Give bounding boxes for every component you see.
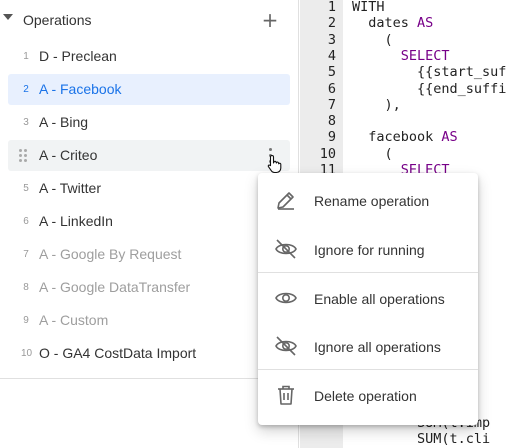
code-line: WITH (352, 0, 385, 15)
drag-handle-icon[interactable] (19, 149, 29, 163)
code-line: ), (352, 97, 401, 113)
hand-cursor-icon (267, 154, 282, 174)
operation-number: 1 (23, 51, 29, 62)
eye-off-icon (275, 336, 297, 356)
code-token: AS (441, 129, 458, 146)
code-token: WITH (352, 0, 385, 15)
operation-row[interactable]: 9 A - Custom (8, 305, 290, 336)
chevron-down-icon[interactable] (3, 14, 13, 20)
operation-name: A - Criteo (39, 147, 98, 163)
operation-row[interactable]: 5 A - Twitter (8, 173, 290, 204)
operation-row[interactable]: 6 A - LinkedIn (8, 206, 290, 237)
operation-name: A - Google By Request (39, 246, 182, 262)
plus-icon[interactable]: + (261, 9, 279, 31)
code-token: ), (352, 96, 401, 113)
operation-row[interactable]: 1 D - Preclean (8, 41, 290, 72)
line-number: 7 (327, 96, 336, 113)
delete-operation-item[interactable]: Delete operation (258, 370, 478, 418)
operation-row[interactable]: 3 A - Bing (8, 107, 290, 138)
operation-number: 10 (21, 348, 33, 359)
code-line: SELECT (352, 48, 450, 64)
pencil-icon (277, 192, 294, 210)
code-token: dates (352, 15, 418, 32)
code-line: facebook AS (352, 129, 458, 146)
eye-icon (275, 292, 297, 304)
operation-row[interactable]: 2 A - Facebook (8, 74, 290, 105)
line-number: 5 (327, 64, 336, 81)
code-token: AS (417, 15, 434, 32)
line-number: 3 (327, 31, 336, 48)
panel-divider (0, 378, 298, 379)
operation-name: A - Facebook (39, 81, 122, 97)
ignore-for-running-item[interactable]: Ignore for running (258, 224, 478, 272)
eye-off-icon (275, 239, 297, 259)
line-number: 8 (327, 113, 336, 130)
operation-row[interactable]: A - Criteo (8, 140, 290, 171)
code-line: ( (352, 32, 393, 48)
operation-row[interactable]: 7 A - Google By Request (8, 239, 290, 270)
operation-name: D - Preclean (39, 48, 117, 64)
code-token: ( (352, 31, 393, 48)
code-token: facebook (352, 129, 442, 146)
operation-row[interactable]: 8 A - Google DataTransfer (8, 272, 290, 303)
code-line: SUM(t.cli (352, 431, 490, 447)
operations-panel: Operations + 1 D - Preclean 2 A - Facebook 3… (0, 0, 299, 448)
operation-row[interactable]: 10 O - GA4 CostData Import (8, 338, 290, 369)
line-number: 6 (327, 80, 336, 97)
operation-number: 8 (23, 282, 29, 293)
line-number: 9 (327, 129, 336, 146)
ignore-for-running-label: Ignore for running (314, 242, 425, 258)
enable-all-operations-label: Enable all operations (314, 291, 445, 307)
operation-name: O - GA4 CostData Import (39, 345, 197, 361)
rename-operation-item[interactable]: Rename operation (258, 175, 478, 223)
code-line: {{start_suf (352, 64, 506, 80)
operation-number: 3 (23, 117, 29, 128)
operations-title: Operations (23, 12, 92, 28)
enable-all-operations-item[interactable]: Enable all operations (258, 273, 478, 321)
rename-operation-label: Rename operation (314, 193, 430, 209)
operation-number: 7 (23, 249, 29, 260)
code-line: ( (352, 146, 393, 162)
code-token: {{end_suffi (352, 80, 507, 97)
operation-context-menu: Rename operation Ignore for running Enab… (258, 173, 478, 425)
operation-name: A - Bing (39, 114, 89, 130)
operation-number: 5 (23, 183, 29, 194)
code-line: {{end_suffi (352, 81, 506, 97)
ignore-all-operations-item[interactable]: Ignore all operations (258, 321, 478, 369)
operation-number: 6 (23, 216, 29, 227)
operations-header[interactable]: Operations + (0, 0, 298, 40)
code-token: SUM(t.cli (352, 431, 491, 448)
operation-number: 2 (23, 84, 29, 95)
line-number: 2 (327, 15, 336, 32)
ignore-all-operations-label: Ignore all operations (314, 339, 441, 355)
delete-operation-label: Delete operation (314, 388, 417, 404)
trash-icon (278, 385, 294, 405)
line-number: 4 (327, 47, 336, 64)
line-number: 10 (319, 145, 336, 162)
operation-name: A - Google DataTransfer (39, 279, 191, 295)
code-token: SELECT (400, 47, 450, 64)
code-token: {{start_suf (352, 64, 507, 81)
code-line: dates AS (352, 15, 433, 31)
operation-name: A - Custom (39, 312, 109, 328)
operation-number: 9 (23, 315, 29, 326)
operation-name: A - Twitter (39, 180, 101, 196)
line-number: 1 (327, 0, 336, 15)
code-token: ( (352, 145, 393, 162)
operation-name: A - LinkedIn (39, 213, 113, 229)
